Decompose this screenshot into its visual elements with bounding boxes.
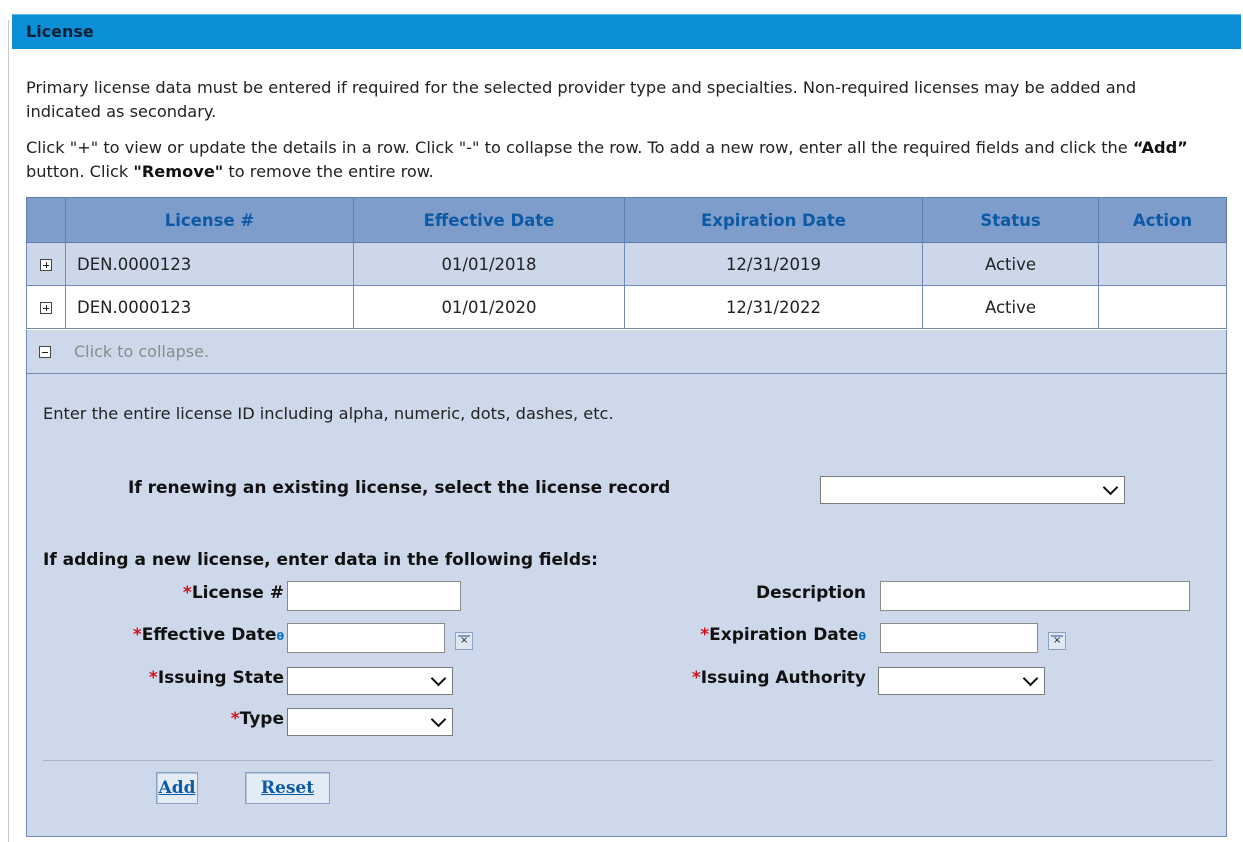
column-header-status[interactable]: Status <box>922 197 1099 243</box>
description-label: Description <box>756 583 866 603</box>
reset-button[interactable]: Reset <box>245 772 330 804</box>
column-header-expiration-date[interactable]: Expiration Date <box>624 197 923 243</box>
effective-date-cell: 01/01/2020 <box>353 285 625 329</box>
plus-box-icon[interactable] <box>40 259 52 271</box>
section-header: License <box>12 14 1241 49</box>
column-header-license[interactable]: License # <box>65 197 354 243</box>
chevron-down-icon <box>1102 479 1119 496</box>
renew-license-select[interactable] <box>820 476 1125 504</box>
intro-remove-keyword: "Remove" <box>133 162 224 181</box>
expand-column-header <box>26 197 66 243</box>
form-divider <box>43 760 1212 761</box>
table-row: DEN.0000123 01/01/2020 12/31/2022 Active <box>26 285 1227 329</box>
expand-cell[interactable] <box>26 242 66 286</box>
license-detail-panel: Click to collapse. Enter the entire lice… <box>26 330 1227 837</box>
effective-date-cell: 01/01/2018 <box>353 242 625 286</box>
intro-text-part1: Click "+" to view or update the details … <box>26 138 1133 157</box>
table-header-row: License # Effective Date Expiration Date… <box>26 197 1227 243</box>
license-id-hint: Enter the entire license ID including al… <box>43 404 614 423</box>
type-select[interactable] <box>287 708 453 736</box>
column-header-effective-date[interactable]: Effective Date <box>353 197 625 243</box>
effective-date-input[interactable] <box>287 623 445 653</box>
intro-text-part2: button. Click <box>26 162 134 181</box>
collapse-label[interactable]: Click to collapse. <box>74 342 209 361</box>
expiration-date-input[interactable] <box>880 623 1038 653</box>
status-cell: Active <box>922 285 1099 329</box>
intro-text-primary: Primary license data must be entered if … <box>26 78 1137 121</box>
left-border <box>8 20 9 842</box>
new-license-heading: If adding a new license, enter data in t… <box>43 550 598 570</box>
intro-add-keyword: “Add” <box>1132 138 1188 157</box>
plus-box-icon[interactable] <box>40 302 52 314</box>
issuing-state-select[interactable] <box>287 667 453 695</box>
license-cell: DEN.0000123 <box>65 285 354 329</box>
license-number-input[interactable] <box>287 581 461 611</box>
issuing-authority-select[interactable] <box>878 667 1045 695</box>
table-row: DEN.0000123 01/01/2018 12/31/2019 Active <box>26 242 1227 286</box>
license-number-label: *License # <box>182 583 284 603</box>
section-title: License <box>26 22 94 41</box>
effective-date-label: *Effective Dateθ <box>132 625 284 645</box>
license-cell: DEN.0000123 <box>65 242 354 286</box>
collapse-row[interactable]: Click to collapse. <box>27 330 1226 374</box>
chevron-down-icon <box>430 670 447 687</box>
column-header-action: Action <box>1098 197 1227 243</box>
description-input[interactable] <box>880 581 1190 611</box>
required-asterisk: * <box>182 583 192 603</box>
info-icon[interactable]: θ <box>276 630 284 643</box>
expiration-date-cell: 12/31/2022 <box>624 285 923 329</box>
chevron-down-icon <box>1022 670 1039 687</box>
intro-text-part3: to remove the entire row. <box>223 162 434 181</box>
expiration-date-label: *Expiration Dateθ <box>700 625 866 645</box>
action-cell <box>1098 285 1227 329</box>
chevron-down-icon <box>430 711 447 728</box>
type-label: *Type <box>230 709 284 729</box>
expand-cell[interactable] <box>26 285 66 329</box>
issuing-state-label: *Issuing State <box>148 668 284 688</box>
calendar-icon[interactable] <box>1048 632 1066 650</box>
info-icon[interactable]: θ <box>858 630 866 643</box>
action-cell <box>1098 242 1227 286</box>
status-cell: Active <box>922 242 1099 286</box>
license-table: License # Effective Date Expiration Date… <box>26 197 1227 329</box>
minus-box-icon[interactable] <box>39 346 51 358</box>
expiration-date-cell: 12/31/2019 <box>624 242 923 286</box>
add-button[interactable]: Add <box>156 772 198 804</box>
intro-text-instructions: Click "+" to view or update the details … <box>26 136 1226 184</box>
calendar-icon[interactable] <box>455 632 473 650</box>
issuing-authority-label: *Issuing Authority <box>691 668 866 688</box>
renew-label: If renewing an existing license, select … <box>128 478 671 498</box>
